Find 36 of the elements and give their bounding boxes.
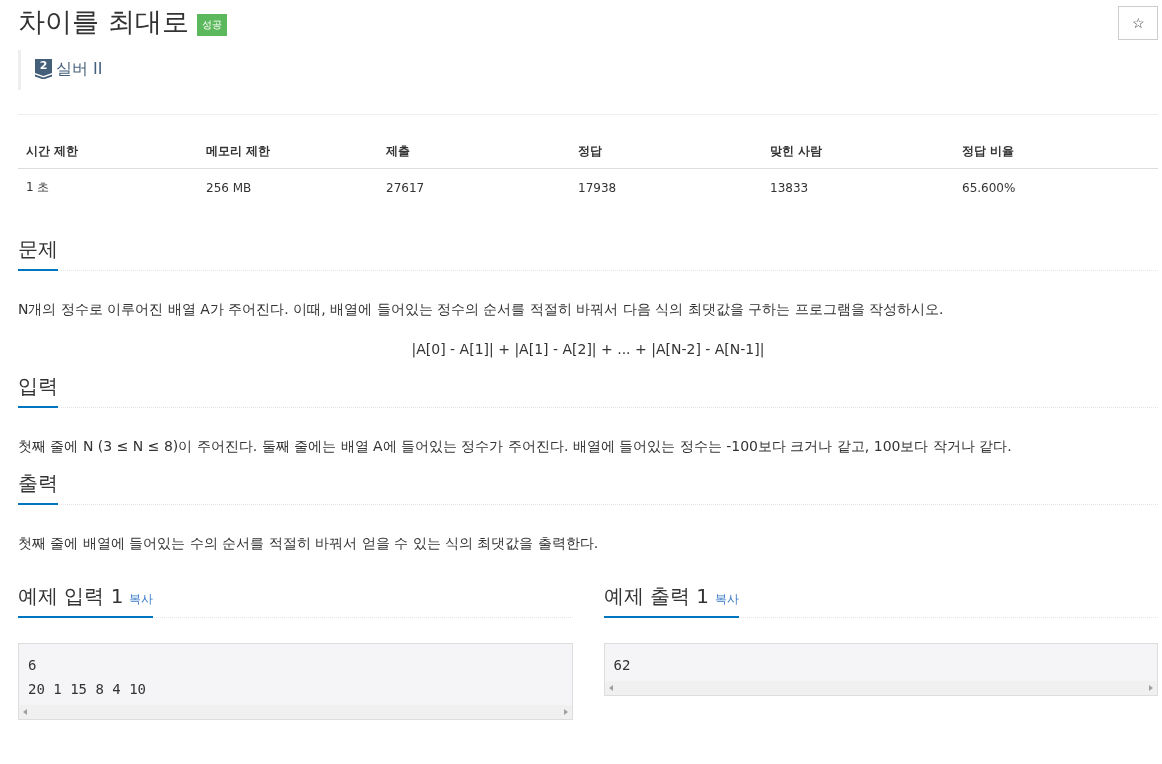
- code-line: 62: [613, 656, 632, 675]
- code-line: 20 1 15 8 4 10: [28, 680, 147, 699]
- table-cell: 1 초: [18, 168, 198, 206]
- scroll-right-icon[interactable]: [1149, 685, 1153, 691]
- code-line: 6: [28, 656, 38, 675]
- scroll-left-icon[interactable]: [23, 709, 27, 715]
- formula: |A[0] - A[1]| + |A[1] - A[2]| + ... + |A[N-2] - A[N-1]|: [410, 340, 766, 359]
- section-heading: 문제: [18, 237, 58, 261]
- section-heading: 예제 출력 1: [603, 584, 709, 608]
- result-badge: 성공: [196, 14, 227, 36]
- paragraph: 첫째 줄에 배열에 들어있는 수의 순서를 적절히 바꿔서 얻을 수 있는 식의 최댓값을 출력한다.: [18, 534, 600, 553]
- column-header: 맞힌 사람: [762, 135, 954, 169]
- copy-link[interactable]: 복사: [129, 592, 154, 606]
- column-header: 메모리 제한: [198, 135, 378, 169]
- scroll-right-icon[interactable]: [563, 709, 568, 715]
- table-cell: 65.600%: [954, 168, 1158, 206]
- scrollbar[interactable]: [604, 681, 1157, 695]
- scrollbar[interactable]: [19, 705, 572, 719]
- copy-link[interactable]: 복사: [714, 592, 739, 606]
- column-header: 시간 제한: [18, 135, 198, 169]
- tier-label[interactable]: 실버 II: [56, 58, 103, 80]
- table-cell: 17938: [570, 168, 762, 206]
- paragraph: 첫째 줄에 N (3 ≤ N ≤ 8)이 주어진다. 둘째 줄에는 배열 A에 들어있는 정수가 주어진다. 배열에 들어있는 정수는 -100보다 크거나 같고, 100보다 작거나 같다.: [18, 437, 1013, 456]
- table-cell: 256 MB: [198, 168, 378, 206]
- page-title: 차이를 최대로: [18, 5, 189, 39]
- paragraph: N개의 정수로 이루어진 배열 A가 주어진다. 이때, 배열에 들어있는 정수의 순서를 적절히 바꿔서 다음 식의 최댓값을 구하는 프로그램을 작성하시오.: [18, 300, 945, 319]
- star-button[interactable]: ☆: [1118, 6, 1158, 40]
- scroll-left-icon[interactable]: [608, 685, 613, 691]
- section-heading: 출력: [18, 471, 58, 495]
- section-heading: 입력: [18, 374, 58, 398]
- table-cell: 27617: [378, 168, 570, 206]
- table-cell: 13833: [762, 168, 954, 206]
- section-heading: 예제 입력 1: [18, 584, 124, 608]
- column-header: 정답: [570, 135, 762, 169]
- column-header: 정답 비율: [954, 135, 1158, 169]
- column-header: 제출: [378, 135, 570, 169]
